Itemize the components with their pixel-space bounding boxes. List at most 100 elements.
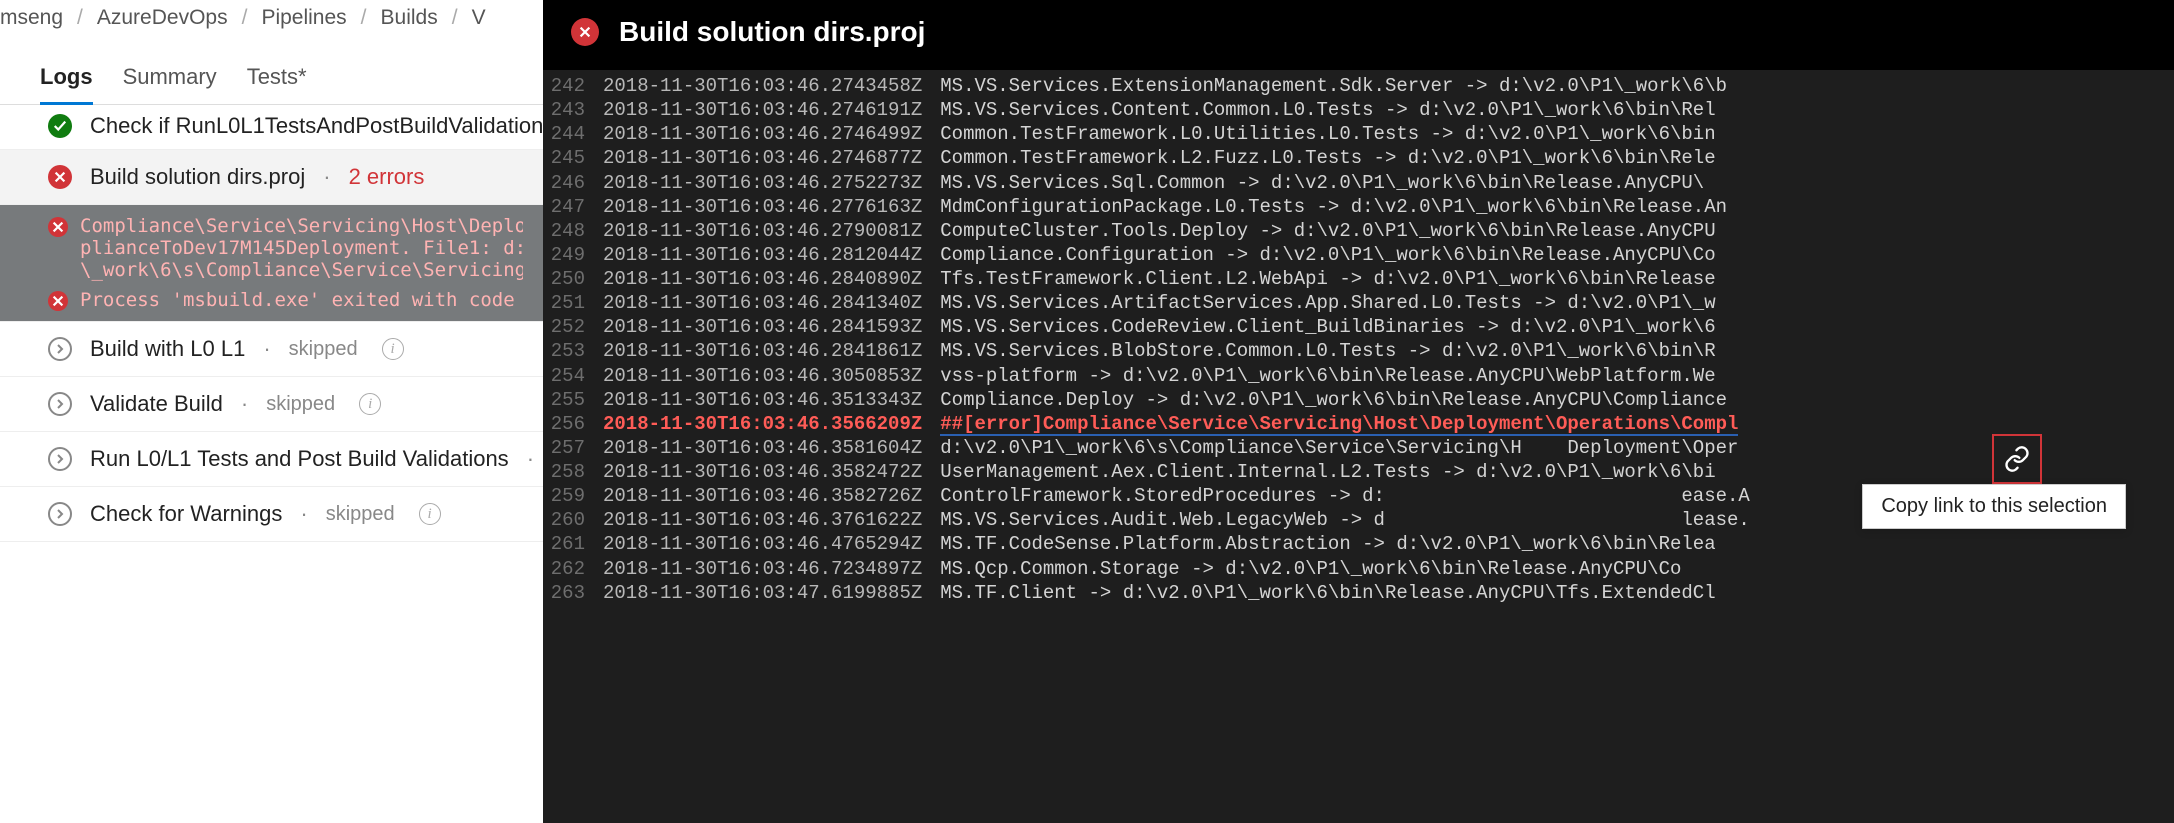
- breadcrumb-item[interactable]: Builds: [381, 6, 438, 30]
- breadcrumb-item[interactable]: V: [472, 6, 486, 30]
- log-line[interactable]: 2502018-11-30T16:03:46.2840890ZTfs.TestF…: [543, 267, 2174, 291]
- error-icon: [48, 291, 68, 311]
- log-panel-header: Build solution dirs.proj: [543, 0, 2174, 70]
- log-timestamp: 2018-11-30T16:03:46.2840890Z: [603, 267, 940, 291]
- log-message: ControlFramework.StoredProcedures -> d: …: [940, 484, 1750, 508]
- step-status: skipped: [289, 338, 358, 361]
- step-check-run[interactable]: Check if RunL0L1TestsAndPostBuildValidat…: [0, 107, 543, 150]
- step-build-l0l1[interactable]: Build with L0 L1 · skipped i: [0, 322, 543, 377]
- log-line[interactable]: 2452018-11-30T16:03:46.2746877ZCommon.Te…: [543, 146, 2174, 170]
- copy-link-button[interactable]: [1992, 434, 2042, 484]
- tab-summary[interactable]: Summary: [123, 56, 217, 105]
- log-message: UserManagement.Aex.Client.Internal.L2.Te…: [940, 460, 1715, 484]
- log-line[interactable]: 2492018-11-30T16:03:46.2812044ZComplianc…: [543, 243, 2174, 267]
- log-line[interactable]: 2532018-11-30T16:03:46.2841861ZMS.VS.Ser…: [543, 339, 2174, 363]
- log-message: Compliance.Deploy -> d:\v2.0\P1\_work\6\…: [940, 388, 1727, 412]
- log-line[interactable]: 2552018-11-30T16:03:46.3513343ZComplianc…: [543, 388, 2174, 412]
- log-timestamp: 2018-11-30T16:03:46.3582472Z: [603, 460, 940, 484]
- breadcrumb-item[interactable]: AzureDevOps: [97, 6, 228, 30]
- tab-tests[interactable]: Tests*: [247, 56, 307, 105]
- check-icon: [48, 114, 72, 138]
- step-title: Build solution dirs.proj: [90, 164, 305, 190]
- error-message-line: plianceToDev17M145Deployment. File1: d:\…: [80, 237, 523, 259]
- log-timestamp: 2018-11-30T16:03:46.3050853Z: [603, 364, 940, 388]
- log-message: MS.TF.Client -> d:\v2.0\P1\_work\6\bin\R…: [940, 581, 1715, 605]
- error-message-line: Compliance\Service\Servicing\Host\Deploy…: [80, 215, 523, 237]
- log-line-number: 246: [543, 171, 603, 195]
- log-timestamp: 2018-11-30T16:03:46.3581604Z: [603, 436, 940, 460]
- log-message: MS.VS.Services.Audit.Web.LegacyWeb -> d …: [940, 508, 1750, 532]
- info-icon[interactable]: i: [382, 338, 404, 360]
- log-line[interactable]: 2582018-11-30T16:03:46.3582472ZUserManag…: [543, 460, 2174, 484]
- tab-logs[interactable]: Logs: [40, 56, 93, 105]
- log-line-number: 263: [543, 581, 603, 605]
- log-timestamp: 2018-11-30T16:03:46.4765294Z: [603, 532, 940, 556]
- log-timestamp: 2018-11-30T16:03:46.2812044Z: [603, 243, 940, 267]
- log-line[interactable]: 2542018-11-30T16:03:46.3050853Zvss-platf…: [543, 364, 2174, 388]
- chevron-right-icon: [48, 447, 72, 471]
- log-line[interactable]: 2462018-11-30T16:03:46.2752273ZMS.VS.Ser…: [543, 171, 2174, 195]
- log-line[interactable]: 2632018-11-30T16:03:47.6199885ZMS.TF.Cli…: [543, 581, 2174, 605]
- log-line[interactable]: 2572018-11-30T16:03:46.3581604Zd:\v2.0\P…: [543, 436, 2174, 460]
- log-line[interactable]: 2562018-11-30T16:03:46.3566209Z##[error]…: [543, 412, 2174, 436]
- log-timestamp: 2018-11-30T16:03:46.2841593Z: [603, 315, 940, 339]
- log-line-number: 251: [543, 291, 603, 315]
- log-line[interactable]: 2522018-11-30T16:03:46.2841593ZMS.VS.Ser…: [543, 315, 2174, 339]
- info-icon[interactable]: i: [359, 393, 381, 415]
- log-message: ComputeCluster.Tools.Deploy -> d:\v2.0\P…: [940, 219, 1715, 243]
- separator-dot: ·: [527, 446, 534, 472]
- error-icon: [48, 165, 72, 189]
- log-message: MS.VS.Services.BlobStore.Common.L0.Tests…: [940, 339, 1715, 363]
- step-title: Check for Warnings: [90, 501, 282, 527]
- log-message: d:\v2.0\P1\_work\6\s\Compliance\Service\…: [940, 436, 1738, 460]
- log-line[interactable]: 2612018-11-30T16:03:46.4765294ZMS.TF.Cod…: [543, 532, 2174, 556]
- info-icon[interactable]: i: [419, 503, 441, 525]
- log-panel-title: Build solution dirs.proj: [619, 16, 925, 48]
- log-line-number: 256: [543, 412, 603, 436]
- log-line[interactable]: 2512018-11-30T16:03:46.2841340ZMS.VS.Ser…: [543, 291, 2174, 315]
- log-timestamp: 2018-11-30T16:03:46.2746191Z: [603, 98, 940, 122]
- log-line-number: 252: [543, 315, 603, 339]
- breadcrumb-item[interactable]: Pipelines: [261, 6, 346, 30]
- error-message-line: Process 'msbuild.exe' exited with code '…: [80, 289, 523, 311]
- log-line[interactable]: 2472018-11-30T16:03:46.2776163ZMdmConfig…: [543, 195, 2174, 219]
- log-output[interactable]: 2422018-11-30T16:03:46.2743458ZMS.VS.Ser…: [543, 70, 2174, 823]
- log-line[interactable]: 2432018-11-30T16:03:46.2746191ZMS.VS.Ser…: [543, 98, 2174, 122]
- log-message: MS.VS.Services.Sql.Common -> d:\v2.0\P1\…: [940, 171, 1704, 195]
- log-timestamp: 2018-11-30T16:03:46.3513343Z: [603, 388, 940, 412]
- log-line-number: 244: [543, 122, 603, 146]
- step-validate-build[interactable]: Validate Build · skipped i: [0, 377, 543, 432]
- log-line-number: 253: [543, 339, 603, 363]
- log-message: MS.VS.Services.CodeReview.Client_BuildBi…: [940, 315, 1715, 339]
- error-icon: [571, 18, 599, 46]
- separator-dot: ·: [263, 336, 270, 362]
- step-run-tests[interactable]: Run L0/L1 Tests and Post Build Validatio…: [0, 432, 543, 487]
- log-timestamp: 2018-11-30T16:03:47.6199885Z: [603, 581, 940, 605]
- log-line[interactable]: 2622018-11-30T16:03:46.7234897ZMS.Qcp.Co…: [543, 557, 2174, 581]
- log-timestamp: 2018-11-30T16:03:46.3582726Z: [603, 484, 940, 508]
- step-error-details[interactable]: Compliance\Service\Servicing\Host\Deploy…: [0, 205, 543, 322]
- breadcrumb-separator: /: [452, 6, 458, 30]
- log-timestamp: 2018-11-30T16:03:46.2841861Z: [603, 339, 940, 363]
- log-message: MS.VS.Services.ArtifactServices.App.Shar…: [940, 291, 1715, 315]
- log-line-number: 257: [543, 436, 603, 460]
- separator-dot: ·: [241, 391, 248, 417]
- step-check-warnings[interactable]: Check for Warnings · skipped i: [0, 487, 543, 542]
- log-line-number: 259: [543, 484, 603, 508]
- step-build-solution[interactable]: Build solution dirs.proj · 2 errors: [0, 150, 543, 205]
- error-count: 2 errors: [349, 164, 425, 190]
- step-title: Build with L0 L1: [90, 336, 245, 362]
- breadcrumb-item[interactable]: mseng: [0, 6, 63, 30]
- separator-dot: ·: [300, 501, 307, 527]
- step-title: Check if RunL0L1TestsAndPostBuildValidat…: [90, 113, 543, 139]
- log-timestamp: 2018-11-30T16:03:46.3761622Z: [603, 508, 940, 532]
- breadcrumbs: mseng / AzureDevOps / Pipelines / Builds…: [0, 0, 543, 56]
- log-line[interactable]: 2422018-11-30T16:03:46.2743458ZMS.VS.Ser…: [543, 74, 2174, 98]
- log-line-number: 260: [543, 508, 603, 532]
- log-message: MS.TF.CodeSense.Platform.Abstraction -> …: [940, 532, 1715, 556]
- log-line[interactable]: 2442018-11-30T16:03:46.2746499ZCommon.Te…: [543, 122, 2174, 146]
- log-line-number: 243: [543, 98, 603, 122]
- log-line[interactable]: 2482018-11-30T16:03:46.2790081ZComputeCl…: [543, 219, 2174, 243]
- log-message: ##[error]Compliance\Service\Servicing\Ho…: [940, 412, 1738, 436]
- chevron-right-icon: [48, 502, 72, 526]
